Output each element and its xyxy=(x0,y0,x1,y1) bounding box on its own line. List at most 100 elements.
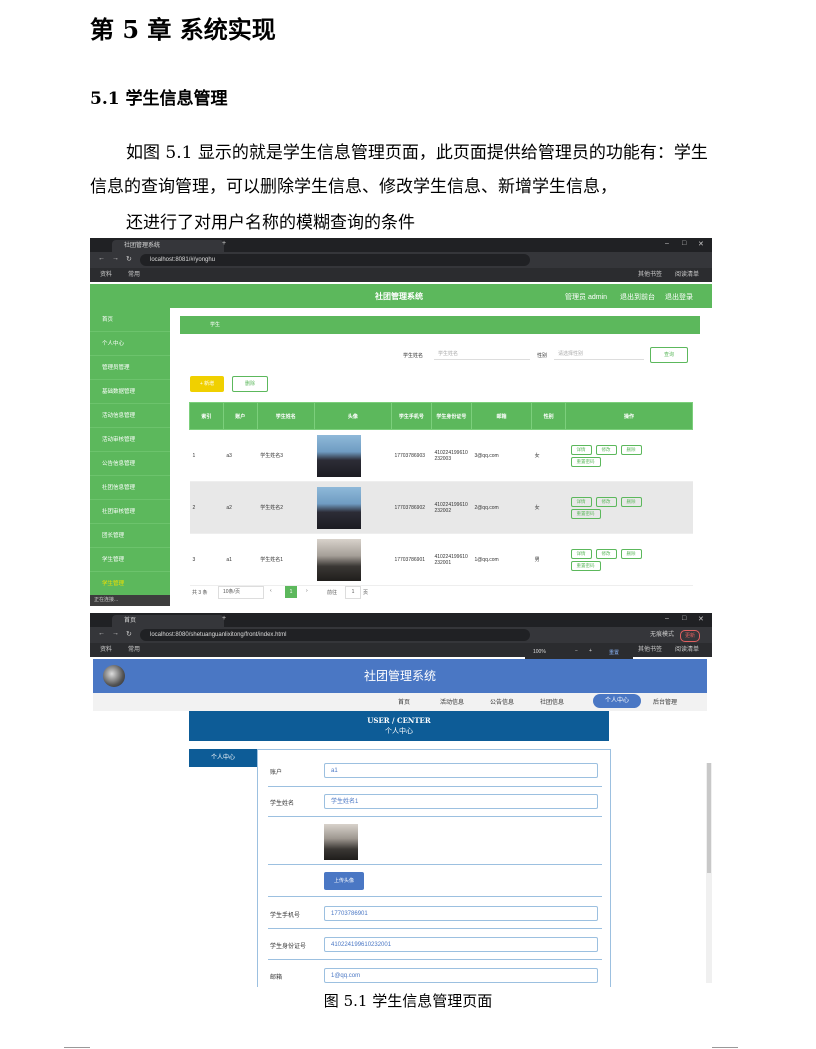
phone-field[interactable]: 17703786901 xyxy=(324,906,598,921)
paragraph-2: 还进行了对用户名称的模糊查询的条件 xyxy=(126,213,415,233)
forward-icon[interactable]: → xyxy=(112,255,119,262)
close-icon[interactable]: ✕ xyxy=(698,240,704,248)
url-field[interactable]: localhost:8080/shetuanguanlixitong/front… xyxy=(140,629,530,641)
table-row: 1 a3 学生姓名3 17703786903 41022419961023200… xyxy=(189,429,693,482)
maximize-icon[interactable]: □ xyxy=(682,615,686,622)
detail-button[interactable]: 详情 xyxy=(570,496,592,507)
back-icon[interactable]: ← xyxy=(98,630,105,637)
row-delete-button[interactable]: 删除 xyxy=(620,496,642,507)
cell-account: a1 xyxy=(223,533,258,586)
update-button[interactable]: 更新 xyxy=(680,630,701,642)
sidebar-item-basedata[interactable]: 基础数据管理 xyxy=(90,380,170,404)
reset-password-button[interactable]: 重置密码 xyxy=(570,456,601,467)
page-size-select[interactable]: 10条/页 xyxy=(218,586,264,599)
table-row: 2 a2 学生姓名2 17703786902 41022419961023200… xyxy=(189,481,693,534)
delete-button[interactable]: 删除 xyxy=(232,376,268,392)
email-field[interactable]: 1@qq.com xyxy=(324,968,598,983)
address-bar: ← → ↻ localhost:8080/shetuanguanlixitong… xyxy=(90,627,712,643)
status-text: 正在连接... xyxy=(90,595,170,606)
to-front-link[interactable]: 退出到前台 xyxy=(620,292,655,302)
new-tab-icon[interactable]: + xyxy=(222,240,226,247)
cell-gender: 男 xyxy=(531,533,566,586)
next-page-icon[interactable]: › xyxy=(306,588,308,594)
user-center-banner: USER / CENTER 个人中心 xyxy=(189,711,609,741)
account-field[interactable]: a1 xyxy=(324,763,598,778)
nav-profile[interactable]: 个人中心 xyxy=(593,694,641,708)
bookmark-1[interactable]: 资料 xyxy=(100,643,112,657)
cell-name: 学生姓名3 xyxy=(257,429,315,482)
gender-select[interactable]: 请选择性别 xyxy=(554,348,644,360)
minimize-icon[interactable]: – xyxy=(665,615,669,622)
reset-password-button[interactable]: 重置密码 xyxy=(570,560,601,571)
page-unit: 页 xyxy=(363,590,369,596)
sidebar-subitem-students[interactable]: 学生管理 xyxy=(90,572,170,596)
nav-admin[interactable]: 后台管理 xyxy=(653,697,677,706)
bookmark-reading[interactable]: 阅读清单 xyxy=(675,643,699,657)
bookmark-reading[interactable]: 阅读清单 xyxy=(675,268,699,282)
zoom-out-icon[interactable]: − xyxy=(575,648,578,654)
browser-tab[interactable]: 首页 xyxy=(112,615,224,627)
avatar-image xyxy=(317,538,362,581)
sidebar-item-profile[interactable]: 个人中心 xyxy=(90,332,170,356)
divider xyxy=(268,786,602,787)
close-icon[interactable]: ✕ xyxy=(698,615,704,623)
sidebar-item-activities[interactable]: 活动信息管理 xyxy=(90,404,170,428)
edit-button[interactable]: 修改 xyxy=(595,548,617,559)
sidebar-item-admins[interactable]: 管理员管理 xyxy=(90,356,170,380)
left-menu-profile[interactable]: 个人中心 xyxy=(189,749,257,767)
sidebar-item-notices[interactable]: 公告信息管理 xyxy=(90,452,170,476)
forward-icon[interactable]: → xyxy=(112,630,119,637)
col-phone: 学生手机号 xyxy=(390,402,432,430)
sidebar-item-home[interactable]: 首页 xyxy=(90,308,170,332)
cell-actions: 详情 修改 删除重置密码 xyxy=(565,533,693,586)
bookmark-1[interactable]: 资料 xyxy=(100,268,112,282)
reload-icon[interactable]: ↻ xyxy=(126,255,132,263)
row-delete-button[interactable]: 删除 xyxy=(620,444,642,455)
bookmark-other[interactable]: 其他书签 xyxy=(638,268,662,282)
divider xyxy=(268,896,602,897)
upload-avatar-button[interactable]: 上传头像 xyxy=(324,872,364,890)
nav-notices[interactable]: 公告信息 xyxy=(490,697,514,706)
bookmark-2[interactable]: 常用 xyxy=(128,268,140,282)
cell-email: 3@qq.com xyxy=(471,429,532,482)
add-button[interactable]: + 新增 xyxy=(190,376,224,392)
zoom-reset-button[interactable]: 重置 xyxy=(609,649,619,656)
back-icon[interactable]: ← xyxy=(98,255,105,262)
new-tab-icon[interactable]: + xyxy=(222,615,226,622)
minimize-icon[interactable]: – xyxy=(665,240,669,247)
sidebar-item-club-review[interactable]: 社团审核管理 xyxy=(90,500,170,524)
nav-home[interactable]: 首页 xyxy=(398,697,410,706)
front-screenshot: 首页 + – □ ✕ ← → ↻ localhost:8080/shetuang… xyxy=(90,613,712,987)
goto-input[interactable]: 1 xyxy=(345,586,361,599)
edit-button[interactable]: 修改 xyxy=(595,496,617,507)
incognito-label: 无痕模式 xyxy=(650,632,675,638)
reload-icon[interactable]: ↻ xyxy=(126,630,132,638)
reset-password-button[interactable]: 重置密码 xyxy=(570,508,601,519)
detail-button[interactable]: 详情 xyxy=(570,548,592,559)
bookmark-2[interactable]: 常用 xyxy=(128,643,140,657)
detail-button[interactable]: 详情 xyxy=(570,444,592,455)
sidebar-item-students[interactable]: 学生管理 xyxy=(90,548,170,572)
prev-page-icon[interactable]: ‹ xyxy=(270,588,272,594)
bookmark-other[interactable]: 其他书签 xyxy=(638,643,662,657)
sidebar-item-clubs[interactable]: 社团信息管理 xyxy=(90,476,170,500)
scrollbar-thumb[interactable] xyxy=(707,763,711,873)
current-page[interactable]: 1 xyxy=(285,586,297,598)
zoom-in-icon[interactable]: + xyxy=(589,648,592,654)
idcard-field[interactable]: 410224199610232001 xyxy=(324,937,598,952)
search-button[interactable]: 查询 xyxy=(650,347,688,363)
edit-button[interactable]: 修改 xyxy=(595,444,617,455)
sidebar-item-activity-review[interactable]: 活动审核管理 xyxy=(90,428,170,452)
breadcrumb: 学生 xyxy=(180,316,700,334)
cell-index: 3 xyxy=(189,533,224,586)
sidebar-item-leaders[interactable]: 团长管理 xyxy=(90,524,170,548)
name-field[interactable]: 学生姓名1 xyxy=(324,794,598,809)
search-input-name[interactable]: 学生姓名 xyxy=(434,348,530,360)
nav-activities[interactable]: 活动信息 xyxy=(440,697,464,706)
logout-link[interactable]: 退出登录 xyxy=(665,292,693,302)
nav-clubs[interactable]: 社团信息 xyxy=(540,697,564,706)
url-field[interactable]: localhost:8081/#/yonghu xyxy=(140,254,530,266)
row-delete-button[interactable]: 删除 xyxy=(620,548,642,559)
browser-tab[interactable]: 社团管理系统 xyxy=(112,240,224,252)
maximize-icon[interactable]: □ xyxy=(682,240,686,247)
